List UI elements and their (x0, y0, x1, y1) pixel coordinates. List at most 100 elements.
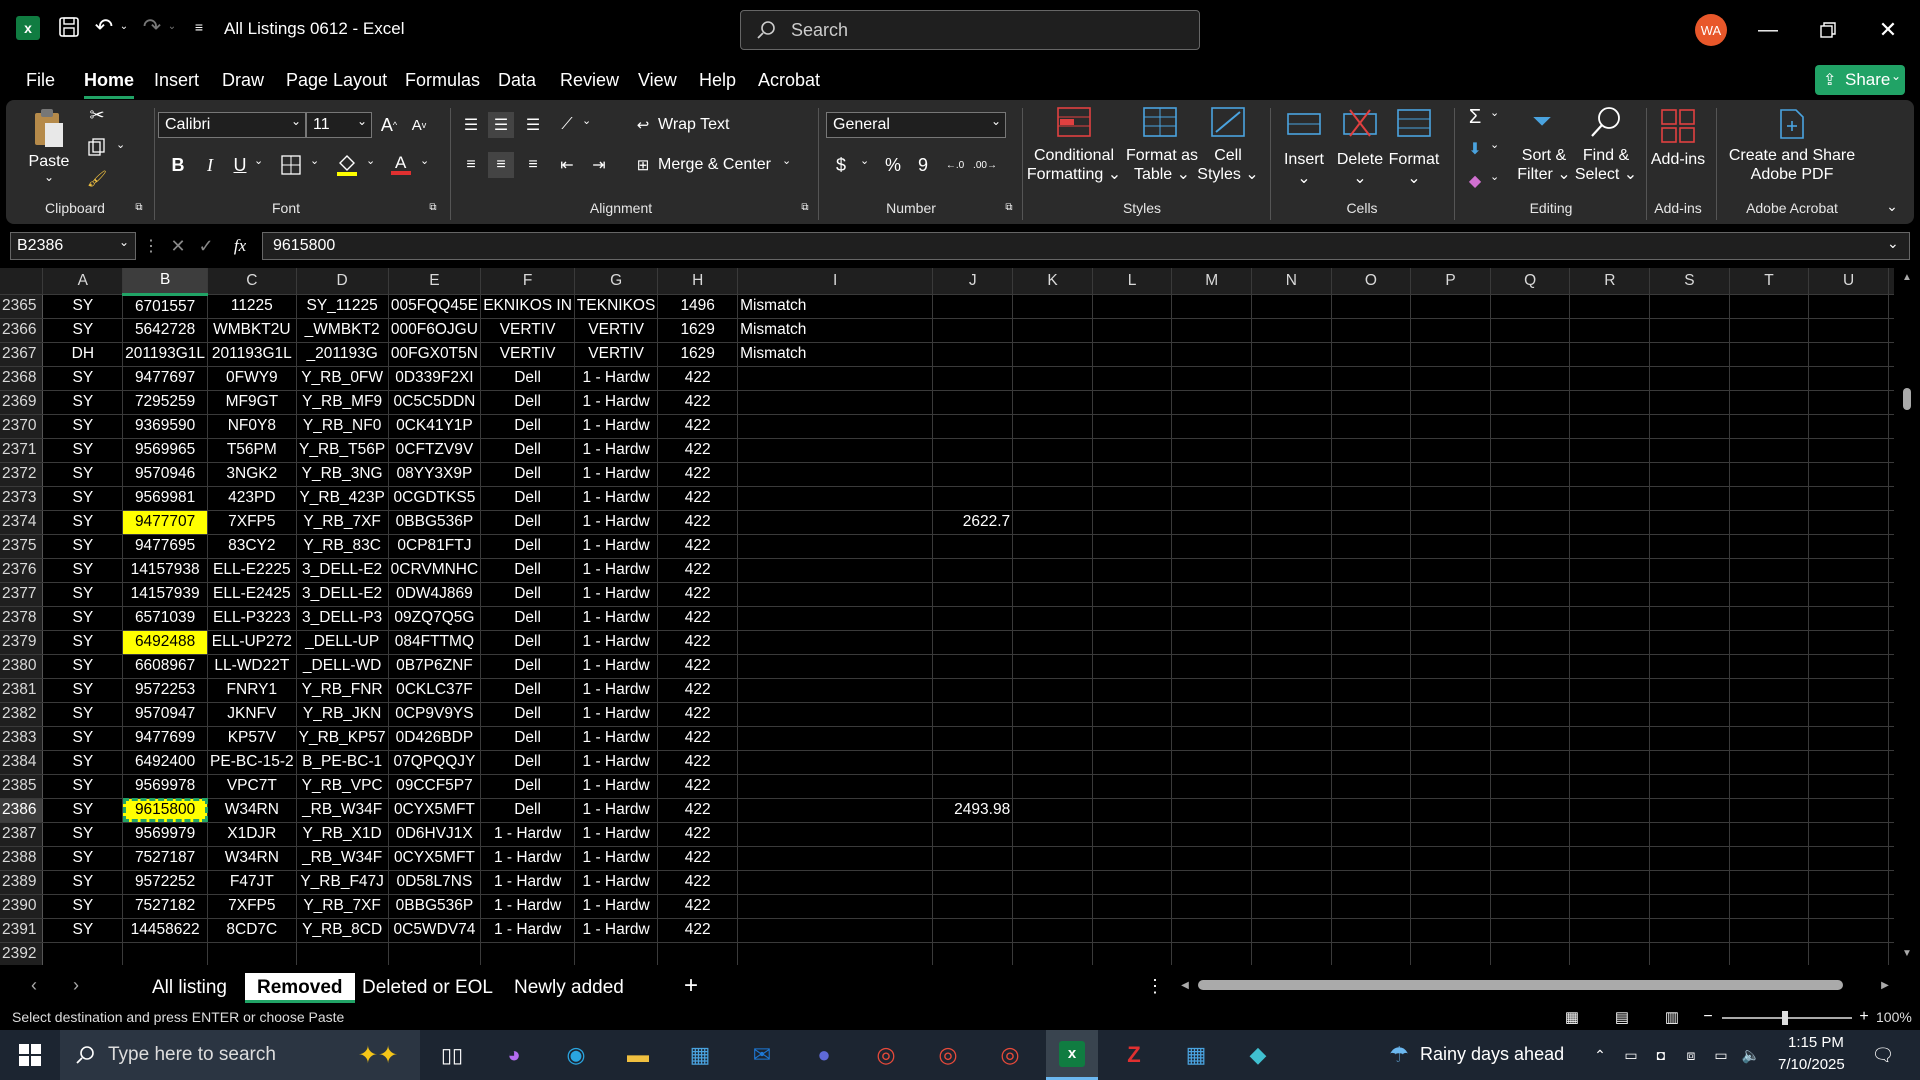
cell-empty[interactable] (1808, 438, 1889, 463)
cell-d[interactable]: _RB_W34F (296, 846, 389, 871)
weather-text[interactable]: Rainy days ahead (1420, 1044, 1564, 1065)
cell-a[interactable]: SY (42, 558, 124, 583)
conditional-formatting-button[interactable]: Conditional Formatting ⌄ (1026, 146, 1122, 184)
cancel-entry-icon[interactable]: ✕ (166, 234, 190, 258)
cell-j[interactable] (932, 870, 1014, 895)
cell-e[interactable]: 005FQQ45E (388, 294, 482, 319)
percent-icon[interactable]: % (880, 152, 906, 178)
chevron-down-icon[interactable]: ⌄ (1887, 235, 1899, 252)
cell-empty[interactable] (1171, 294, 1253, 319)
cell-empty[interactable] (1410, 654, 1491, 679)
cell-i[interactable] (737, 486, 934, 511)
row-header[interactable]: 2391 (0, 918, 44, 943)
cell-empty[interactable] (1251, 366, 1332, 391)
cell-empty[interactable] (1171, 438, 1253, 463)
cell-empty[interactable] (1092, 918, 1173, 943)
dialog-launcher-icon[interactable]: ⧉ (1002, 200, 1016, 214)
cell-e[interactable]: 000F6OJGU (388, 318, 482, 343)
cell-f[interactable]: VERTIV (480, 318, 575, 343)
cell-c[interactable]: NF0Y8 (207, 414, 297, 439)
cell-empty[interactable] (1012, 750, 1093, 775)
cell-empty[interactable] (1410, 846, 1491, 871)
row-header[interactable]: 2384 (0, 750, 44, 775)
cell-b[interactable]: 9569979 (122, 822, 209, 847)
cell-j[interactable] (932, 318, 1014, 343)
cell-empty[interactable] (1092, 942, 1173, 967)
cell-empty[interactable] (1808, 798, 1889, 823)
cell-empty[interactable] (1012, 702, 1093, 727)
align-right-icon[interactable]: ≡ (520, 152, 546, 178)
bold-button[interactable]: B (166, 152, 190, 178)
cell-empty[interactable] (1808, 558, 1889, 583)
cell-d[interactable] (296, 942, 389, 967)
column-header-c[interactable]: C (207, 268, 297, 295)
cell-empty[interactable] (1092, 702, 1173, 727)
cell-c[interactable]: KP57V (207, 726, 297, 751)
cell-d[interactable]: Y_RB_NF0 (296, 414, 389, 439)
cell-j[interactable] (932, 414, 1014, 439)
cell-empty[interactable] (1729, 366, 1810, 391)
cell-b[interactable]: 9569978 (122, 774, 209, 799)
cell-empty[interactable] (1012, 510, 1093, 535)
cell-i[interactable] (737, 894, 934, 919)
cell-empty[interactable] (1649, 678, 1730, 703)
cell-b[interactable]: 9570947 (122, 702, 209, 727)
cell-i[interactable] (737, 702, 934, 727)
chevron-down-icon[interactable]: ⌄ (420, 154, 429, 167)
cell-i[interactable] (737, 582, 934, 607)
cell-empty[interactable] (1410, 558, 1491, 583)
cell-i[interactable] (737, 798, 934, 823)
cell-empty[interactable] (1251, 654, 1332, 679)
row-header[interactable]: 2368 (0, 366, 44, 391)
cell-empty[interactable] (1171, 318, 1253, 343)
format-as-table-button[interactable]: Format as Table ⌄ (1122, 146, 1202, 184)
cell-i[interactable] (737, 654, 934, 679)
cell-e[interactable]: 084FTTMQ (388, 630, 482, 655)
cell-empty[interactable] (1012, 606, 1093, 631)
cell-empty[interactable] (1251, 630, 1332, 655)
add-ins-button[interactable]: Add-ins (1646, 150, 1710, 169)
cell-i[interactable] (737, 942, 934, 967)
cell-empty[interactable] (1729, 942, 1810, 967)
calculator-icon[interactable]: ▦ (1170, 1030, 1222, 1080)
cell-h[interactable]: 422 (657, 678, 739, 703)
chevron-down-icon[interactable]: ⌄ (1490, 106, 1499, 119)
cell-empty[interactable] (1808, 846, 1889, 871)
cell-empty[interactable] (1410, 774, 1491, 799)
row-header[interactable]: 2381 (0, 678, 44, 703)
cell-e[interactable]: 0CKLC37F (388, 678, 482, 703)
cell-b[interactable]: 9569981 (122, 486, 209, 511)
cell-h[interactable] (657, 942, 739, 967)
chevron-up-icon[interactable]: ⌃ (1590, 1044, 1610, 1066)
column-header-o[interactable]: O (1331, 268, 1412, 295)
cell-empty[interactable] (1490, 414, 1571, 439)
cell-j[interactable]: 2622.7 (932, 510, 1014, 535)
cell-g[interactable]: TEKNIKOS (574, 294, 659, 319)
cell-g[interactable]: 1 - Hardw (574, 366, 659, 391)
chevron-down-icon[interactable]: ⌄ (116, 138, 125, 151)
cell-f[interactable]: VERTIV (480, 342, 575, 367)
cell-f[interactable] (480, 942, 575, 967)
cell-empty[interactable] (1569, 582, 1651, 607)
cell-b[interactable]: 9477695 (122, 534, 209, 559)
cell-empty[interactable] (1092, 630, 1173, 655)
cell-empty[interactable] (1331, 894, 1412, 919)
cell-empty[interactable] (1808, 870, 1889, 895)
cell-empty[interactable] (1410, 918, 1491, 943)
column-header-t[interactable]: T (1729, 268, 1810, 295)
column-header-k[interactable]: K (1012, 268, 1093, 295)
cell-empty[interactable] (1649, 414, 1730, 439)
font-size-select[interactable]: 11 ⌄ (306, 112, 372, 138)
cell-g[interactable]: 1 - Hardw (574, 630, 659, 655)
cell-empty[interactable] (1092, 486, 1173, 511)
cell-empty[interactable] (1012, 726, 1093, 751)
cell-b[interactable]: 6608967 (122, 654, 209, 679)
cell-empty[interactable] (1171, 750, 1253, 775)
cell-e[interactable]: 0D6HVJ1X (388, 822, 482, 847)
column-header-r[interactable]: R (1569, 268, 1651, 295)
cell-empty[interactable] (1251, 846, 1332, 871)
cell-empty[interactable] (1171, 822, 1253, 847)
cell-b[interactable]: 7295259 (122, 390, 209, 415)
orientation-icon[interactable]: ⟋ (554, 112, 580, 138)
cell-j[interactable] (932, 462, 1014, 487)
